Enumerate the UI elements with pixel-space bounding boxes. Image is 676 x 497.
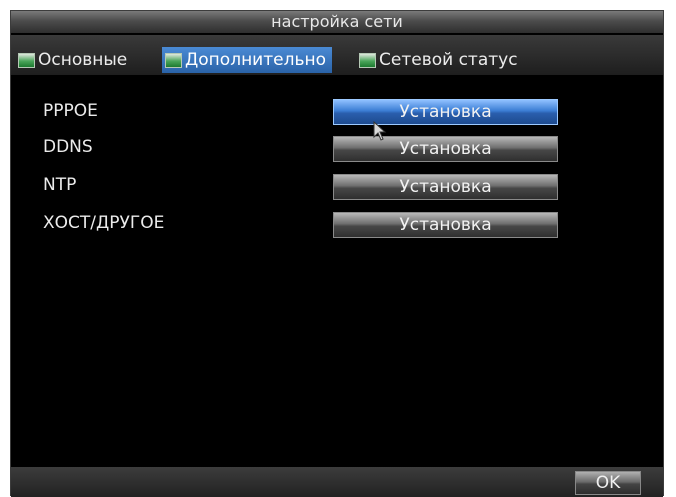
host-other-label: ХОСТ/ДРУГОЕ: [43, 213, 165, 233]
ntp-setup-button[interactable]: Установка: [333, 174, 558, 200]
tab-basic[interactable]: Основные: [15, 47, 133, 73]
ddns-label: DDNS: [43, 137, 93, 157]
ok-button[interactable]: OK: [575, 471, 641, 495]
host-other-setup-button[interactable]: Установка: [333, 212, 558, 238]
ddns-setup-button[interactable]: Установка: [333, 136, 558, 162]
window-title: настройка сети: [11, 11, 663, 33]
tab-image-icon: [18, 52, 35, 68]
tab-bar: Основные Дополнительно Сетевой статус: [11, 35, 663, 75]
tab-advanced-label: Дополнительно: [185, 50, 326, 70]
settings-panel: PPPOE Установка DDNS Установка NTP Устан…: [11, 75, 663, 467]
tab-image-icon: [165, 52, 182, 68]
tab-image-icon: [359, 52, 376, 68]
screen: настройка сети Основные Дополнительно Се…: [0, 0, 676, 497]
tab-network-status[interactable]: Сетевой статус: [356, 47, 524, 73]
pppoe-setup-button[interactable]: Установка: [333, 99, 558, 125]
tab-basic-label: Основные: [38, 50, 128, 70]
bottom-bar: OK: [11, 467, 663, 497]
mouse-pointer-icon: [373, 121, 387, 141]
pppoe-label: PPPOE: [43, 101, 98, 121]
tab-advanced[interactable]: Дополнительно: [162, 47, 332, 73]
tab-network-status-label: Сетевой статус: [379, 50, 518, 70]
network-settings-window: настройка сети Основные Дополнительно Се…: [10, 10, 664, 497]
ntp-label: NTP: [43, 175, 77, 195]
